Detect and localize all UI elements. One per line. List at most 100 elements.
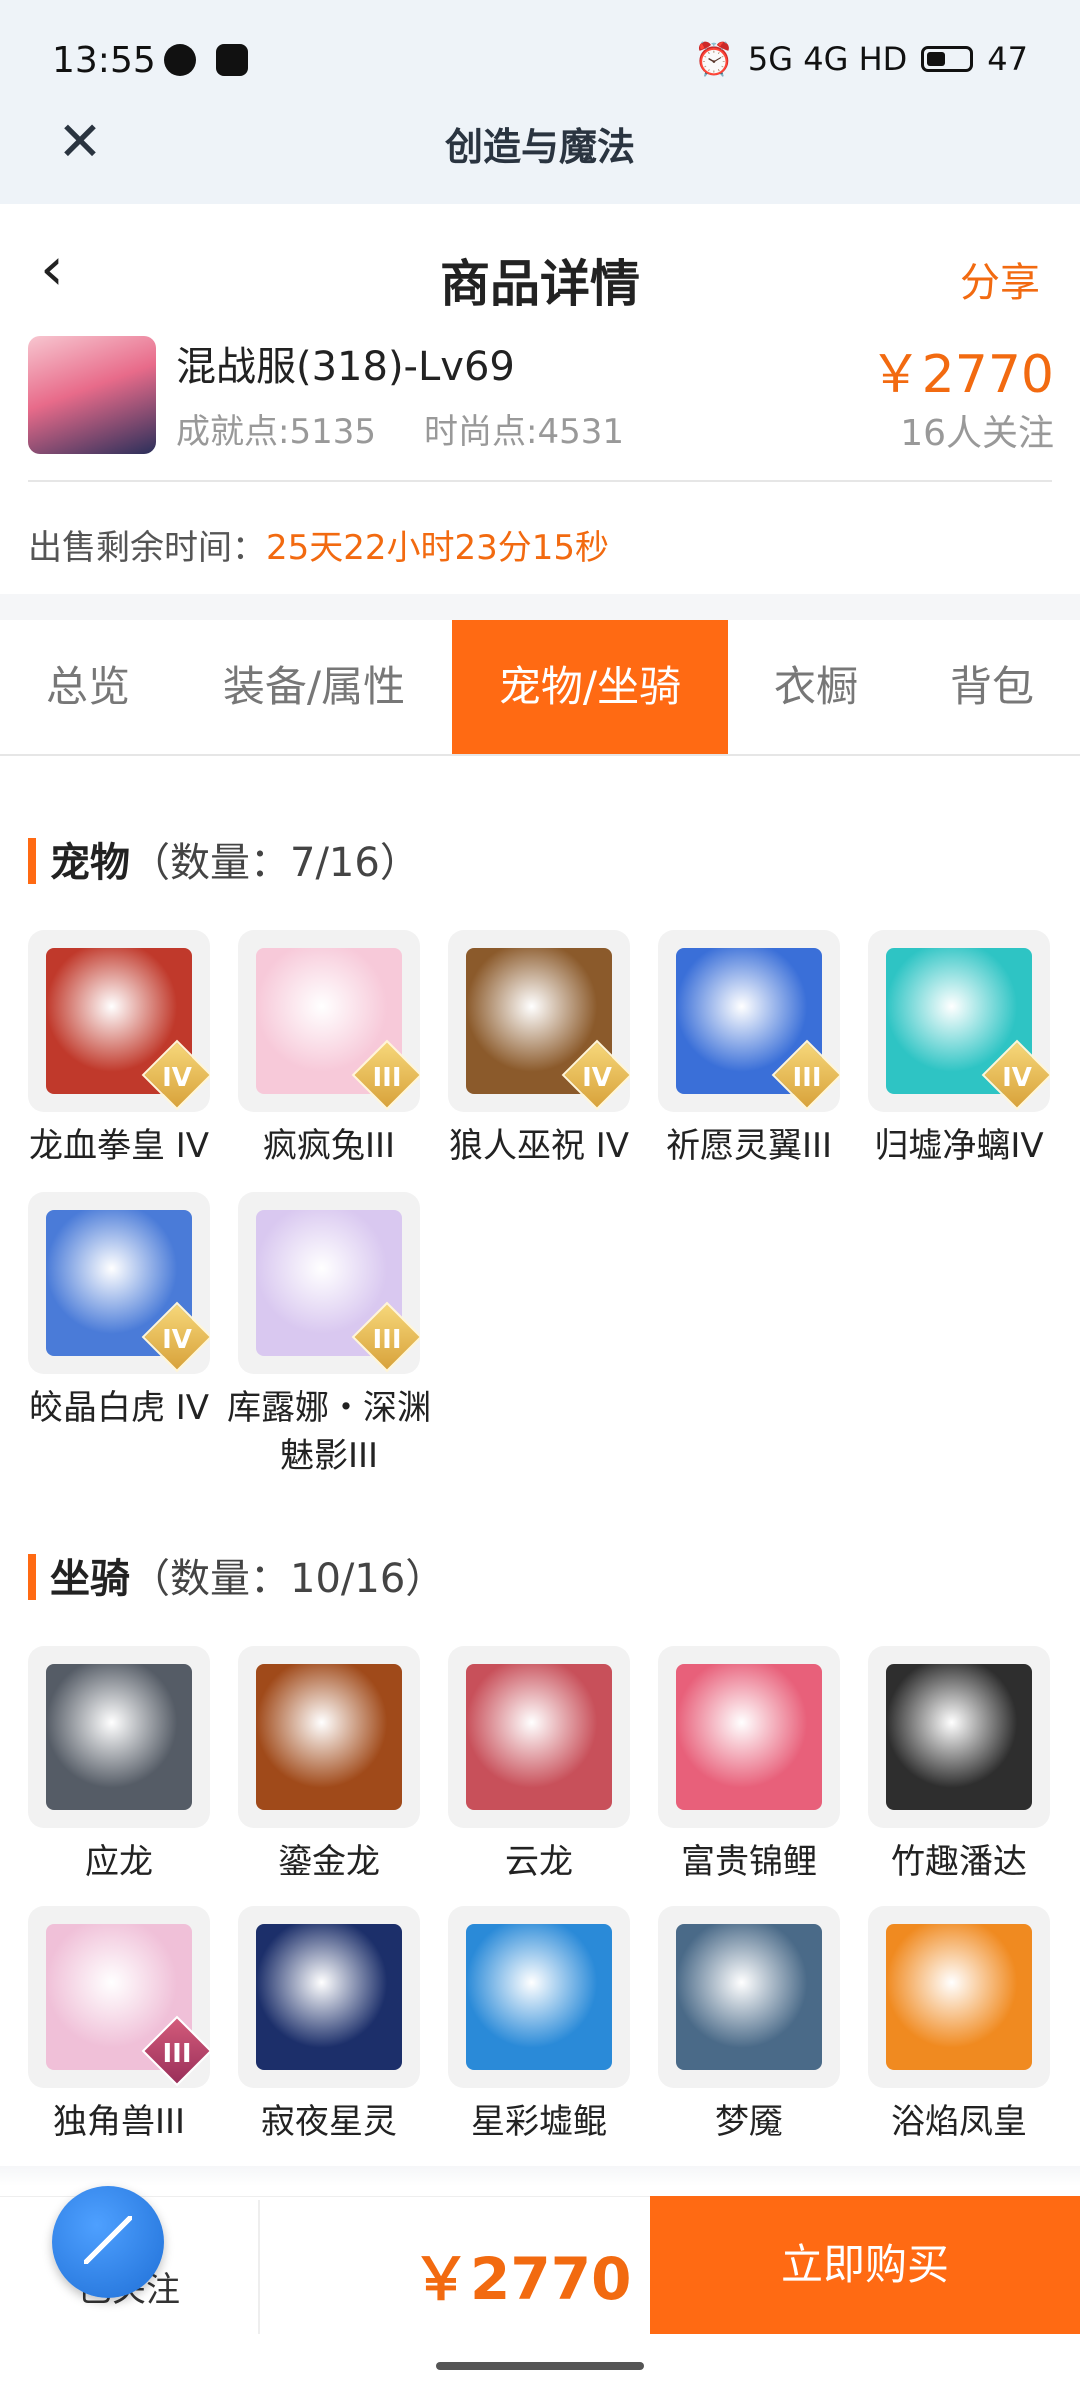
- mounts-count: （数量：10/16）: [130, 1556, 446, 1602]
- status-right: ⏰ 5G 4G HD 47: [694, 40, 1028, 78]
- item-name: 星彩墟鲲: [471, 2102, 607, 2142]
- pet-item[interactable]: III 疯疯兔III: [238, 930, 420, 1170]
- item-name: 归墟净螭IV: [874, 1126, 1044, 1166]
- item-art: [886, 1924, 1032, 2070]
- fashion-points: 时尚点:4531: [424, 412, 624, 452]
- item-name: 祈愿灵翼III: [665, 1126, 833, 1166]
- follower-count: 16人关注: [900, 413, 1054, 454]
- divider: [28, 480, 1052, 482]
- tier-label: III: [372, 1062, 402, 1093]
- product-name: 混战服(318)-Lv69: [176, 344, 515, 390]
- bottom-shadow: [0, 2166, 1080, 2186]
- compass-icon[interactable]: [52, 2186, 164, 2298]
- mount-grid: 应龙 鎏金龙 云龙 富贵锦鲤 竹趣潘达 III 独角兽III 寂夜星灵 星彩墟鲲 梦魇 浴焰凤皇: [28, 1646, 1052, 2166]
- tier-label: III: [372, 1324, 402, 1355]
- pet-item[interactable]: III 祈愿灵翼III: [658, 930, 840, 1170]
- notification-icon: [216, 44, 248, 76]
- page-title: 商品详情: [440, 255, 640, 313]
- bottom-divider: [258, 2200, 260, 2334]
- mount-item[interactable]: 梦魇: [658, 1906, 840, 2146]
- tab-backpack[interactable]: 背包: [904, 620, 1080, 754]
- item-thumbnail: [658, 1906, 840, 2088]
- item-thumbnail: III: [238, 1192, 420, 1374]
- tier-label: III: [162, 2038, 192, 2069]
- item-name: 竹趣潘达: [891, 1842, 1027, 1882]
- item-name: 皎晶白虎 IV: [28, 1388, 210, 1428]
- pets-title: 宠物: [50, 840, 130, 886]
- item-thumbnail: [658, 1646, 840, 1828]
- message-icon: [164, 44, 196, 76]
- share-button[interactable]: 分享: [960, 250, 1040, 308]
- mount-item[interactable]: 浴焰凤皇: [868, 1906, 1050, 2146]
- character-avatar: [28, 336, 156, 454]
- item-thumbnail: [448, 1906, 630, 2088]
- remaining-time: 出售剩余时间：25天22小时23分15秒: [28, 520, 609, 569]
- pet-item[interactable]: III 库露娜・深渊魅影III: [227, 1192, 431, 1480]
- item-thumbnail: IV: [28, 930, 210, 1112]
- item-art: [466, 1664, 612, 1810]
- item-name: 龙血拳皇 IV: [28, 1126, 210, 1166]
- item-thumbnail: III: [658, 930, 840, 1112]
- mount-item[interactable]: 鎏金龙: [238, 1646, 420, 1886]
- achievement-points: 成就点:5135: [176, 412, 376, 452]
- item-name: 富贵锦鲤: [681, 1842, 817, 1882]
- tab-equipment[interactable]: 装备/属性: [176, 620, 452, 754]
- mount-item[interactable]: 星彩墟鲲: [448, 1906, 630, 2146]
- item-thumbnail: [868, 1646, 1050, 1828]
- pet-item[interactable]: IV 狼人巫祝 IV: [448, 930, 630, 1170]
- tab-overview[interactable]: 总览: [0, 620, 176, 754]
- remaining-time-value: 25天22小时23分15秒: [266, 528, 610, 568]
- item-art: [886, 1664, 1032, 1810]
- item-thumbnail: III: [28, 1906, 210, 2088]
- item-thumbnail: IV: [448, 930, 630, 1112]
- item-name: 狼人巫祝 IV: [448, 1126, 630, 1166]
- tier-label: IV: [1002, 1062, 1032, 1093]
- item-art: [256, 1924, 402, 2070]
- item-thumbnail: [868, 1906, 1050, 2088]
- item-thumbnail: IV: [868, 930, 1050, 1112]
- mounts-section-title: 坐骑（数量：10/16）: [28, 1546, 445, 1604]
- battery-icon: [921, 46, 974, 72]
- item-art: [676, 1924, 822, 2070]
- mount-item[interactable]: 云龙: [448, 1646, 630, 1886]
- section-gap: [0, 594, 1080, 620]
- mount-item[interactable]: 应龙: [28, 1646, 210, 1886]
- item-name: 独角兽III: [52, 2102, 186, 2142]
- item-art: [466, 1924, 612, 2070]
- item-art: [46, 1664, 192, 1810]
- pet-item[interactable]: IV 龙血拳皇 IV: [28, 930, 210, 1170]
- section-accent-bar: [28, 838, 36, 884]
- item-art: [256, 1664, 402, 1810]
- nav-bar: ‹ 商品详情 分享: [0, 204, 1080, 334]
- mount-item[interactable]: III 独角兽III: [28, 1906, 210, 2146]
- product-summary: 混战服(318)-Lv69 成就点:5135 时尚点:4531 ￥2770 16…: [0, 334, 1080, 594]
- tab-bar: 总览 装备/属性 宠物/坐骑 衣橱 背包: [0, 620, 1080, 756]
- pet-item[interactable]: IV 归墟净螭IV: [868, 930, 1050, 1170]
- app-title: 创造与魔法: [444, 125, 635, 169]
- tab-pets-mounts[interactable]: 宠物/坐骑: [452, 620, 728, 754]
- product-price: ￥2770: [869, 345, 1054, 405]
- item-name: 库露娜・深渊魅影III: [227, 1388, 431, 1476]
- item-name: 梦魇: [715, 2102, 783, 2142]
- item-name: 浴焰凤皇: [891, 2102, 1027, 2142]
- battery-level: 47: [987, 40, 1028, 78]
- item-thumbnail: [448, 1646, 630, 1828]
- item-thumbnail: [238, 1646, 420, 1828]
- app-bar: ✕ 创造与魔法: [0, 100, 1080, 204]
- buy-now-button[interactable]: 立即购买: [650, 2196, 1080, 2334]
- tier-label: III: [792, 1062, 822, 1093]
- pets-count: （数量：7/16）: [130, 840, 420, 886]
- item-name: 鎏金龙: [278, 1842, 380, 1882]
- mount-item[interactable]: 富贵锦鲤: [658, 1646, 840, 1886]
- section-accent-bar: [28, 1554, 36, 1600]
- item-name: 疯疯兔III: [262, 1126, 396, 1166]
- tab-wardrobe[interactable]: 衣橱: [728, 620, 904, 754]
- mount-item[interactable]: 寂夜星灵: [238, 1906, 420, 2146]
- item-thumbnail: [238, 1906, 420, 2088]
- pet-item[interactable]: IV 皎晶白虎 IV: [28, 1192, 210, 1432]
- mount-item[interactable]: 竹趣潘达: [868, 1646, 1050, 1886]
- remaining-time-label: 出售剩余时间：: [28, 528, 266, 568]
- item-thumbnail: IV: [28, 1192, 210, 1374]
- home-indicator: [436, 2362, 644, 2370]
- item-art: [676, 1664, 822, 1810]
